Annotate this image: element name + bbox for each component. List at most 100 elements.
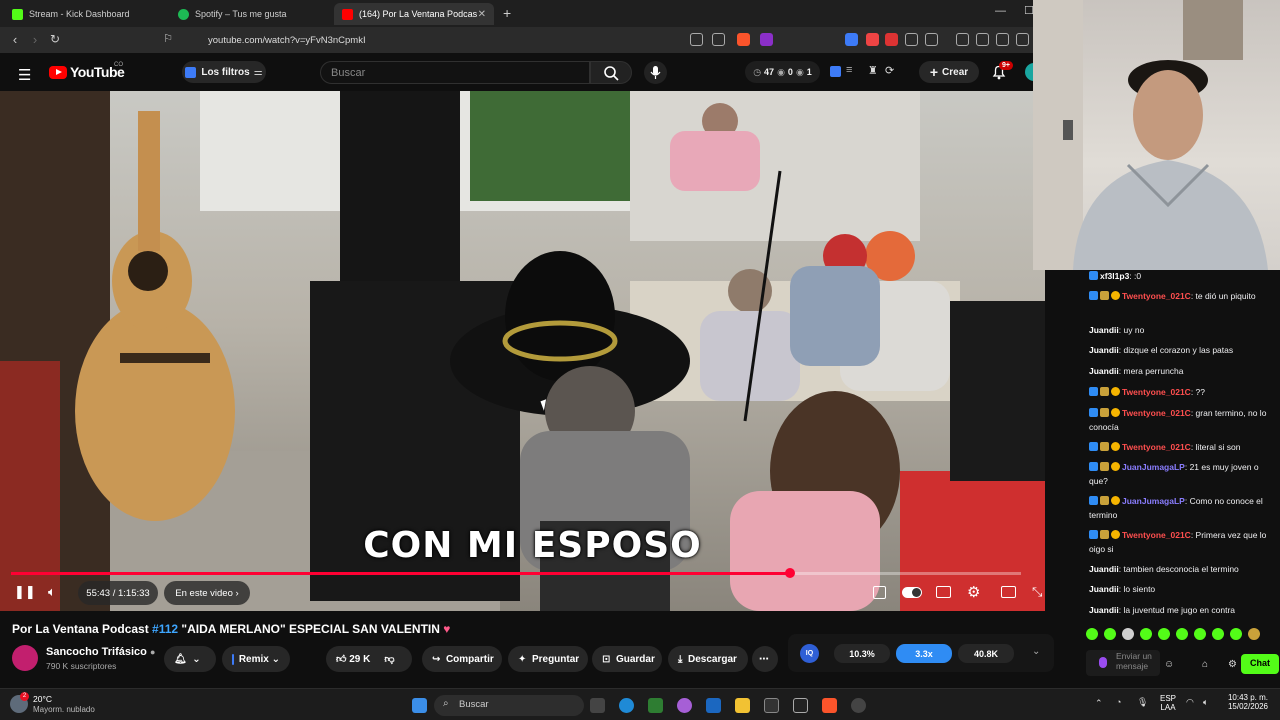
counters-pill[interactable]: ◷ 47 ◉ 0 ◉ 1	[745, 61, 820, 83]
sidebar-icon[interactable]	[976, 33, 989, 46]
brave-icon[interactable]	[822, 698, 837, 713]
emote-icon[interactable]	[1248, 628, 1260, 640]
chat-username[interactable]: JuanJumagaLP	[1122, 462, 1185, 472]
xbox-icon[interactable]	[648, 698, 663, 713]
stat-left[interactable]: 10.3%	[834, 644, 890, 663]
screen-icon[interactable]	[690, 33, 703, 46]
tab-spotify[interactable]: Spotify – Tus me gusta	[170, 3, 332, 25]
subscribe-bell-button[interactable]: 🔔︎ ⌄	[164, 646, 216, 672]
media-icon[interactable]	[956, 33, 969, 46]
trophy-icon[interactable]: ♜	[868, 64, 878, 77]
theater-mode-icon[interactable]	[1001, 586, 1016, 598]
start-icon[interactable]	[412, 698, 427, 713]
close-tab-icon[interactable]: ✕	[478, 9, 486, 20]
chat-username[interactable]: Juandii	[1089, 345, 1119, 355]
extension-icon[interactable]	[866, 33, 879, 46]
voice-search-button[interactable]	[644, 61, 667, 84]
stat-right[interactable]: 40.8K	[958, 644, 1014, 663]
remix-button[interactable]: Remix ⌄	[222, 646, 290, 672]
emote-icon[interactable]	[1176, 628, 1188, 640]
copilot-icon[interactable]	[677, 698, 692, 713]
microphone-tray-icon[interactable]: 🎙︎	[1137, 697, 1148, 708]
channel-avatar[interactable]	[12, 645, 38, 671]
terminal-icon[interactable]	[764, 698, 779, 713]
progress-bar[interactable]	[11, 568, 1021, 578]
tab-search-icon[interactable]	[925, 33, 938, 46]
speaker-icon[interactable]: 🔈︎	[1203, 697, 1208, 708]
save-button[interactable]: ⊡ Guardar	[592, 646, 662, 672]
forward-icon[interactable]: ›	[27, 32, 43, 47]
emote-icon[interactable]	[1104, 628, 1116, 640]
menu-icon[interactable]: ☰	[18, 66, 31, 84]
fullscreen-icon[interactable]: ⤡	[1032, 584, 1042, 600]
chat-input[interactable]: Enviar un mensaje	[1086, 650, 1160, 676]
create-button[interactable]: + Crear	[919, 61, 979, 83]
network-icon[interactable]: ◔	[1116, 697, 1121, 707]
chat-username[interactable]: Juandii	[1089, 366, 1119, 376]
taskbar-search[interactable]: ⌕ Buscar	[434, 695, 584, 716]
ask-button[interactable]: ✦ Preguntar	[508, 646, 588, 672]
search-input[interactable]: Buscar	[320, 61, 590, 84]
language-indicator[interactable]: ESP LAA	[1160, 694, 1176, 712]
captions-icon[interactable]	[936, 586, 951, 598]
share-button[interactable]: ↪ Compartir	[422, 646, 502, 672]
new-tab-icon[interactable]: +	[503, 5, 511, 21]
search-button[interactable]	[590, 61, 632, 84]
cast-icon[interactable]: ⟳	[885, 64, 894, 77]
store-icon[interactable]	[706, 698, 721, 713]
chat-username[interactable]: Juandii	[1089, 325, 1119, 335]
clock[interactable]: 10:43 p. m. 15/02/2026	[1226, 693, 1268, 711]
autoplay-toggle[interactable]	[902, 587, 922, 598]
title-hashtag[interactable]: #112	[152, 622, 178, 636]
chat-username[interactable]: Twentyone_021C	[1122, 387, 1191, 397]
more-actions-button[interactable]: ⋯	[752, 646, 778, 672]
emote-picker-icon[interactable]: ☺	[1164, 658, 1174, 672]
emote-icon[interactable]	[1194, 628, 1206, 640]
iq-player-icon[interactable]	[873, 586, 886, 599]
iq-icon[interactable]	[830, 66, 841, 77]
chevron-up-icon[interactable]: ⌃	[1095, 698, 1103, 709]
wifi-icon[interactable]: ◠	[1186, 697, 1194, 708]
url-field[interactable]: youtube.com/watch?v=yFvN3nCpmkI	[208, 31, 728, 49]
list-icon[interactable]: ≡	[846, 64, 852, 76]
chat-username[interactable]: Juandii	[1089, 605, 1119, 615]
store-icon[interactable]: ⌂	[1202, 658, 1208, 672]
tab-youtube[interactable]: (164) Por La Ventana Podcast ✕	[334, 3, 494, 25]
obs-icon[interactable]	[851, 698, 866, 713]
emote-icon[interactable]	[1158, 628, 1170, 640]
chat-username[interactable]: Juandii	[1089, 564, 1119, 574]
volume-icon[interactable]: 🔈︎	[48, 584, 56, 600]
file-explorer-icon[interactable]	[735, 698, 750, 713]
chat-username[interactable]: JuanJumagaLP	[1122, 496, 1185, 506]
chapter-button[interactable]: En este video ›	[164, 581, 250, 605]
task-view-icon[interactable]	[590, 698, 605, 713]
minimize-icon[interactable]: —	[995, 5, 1006, 17]
progress-scrubber[interactable]	[784, 568, 795, 578]
stat-mid[interactable]: 3.3x	[896, 644, 952, 663]
chat-username[interactable]: Juandii	[1089, 584, 1119, 594]
leo-icon[interactable]	[1016, 33, 1029, 46]
brave-shield-icon[interactable]	[737, 33, 750, 46]
emote-icon[interactable]	[1086, 628, 1098, 640]
brave-rewards-icon[interactable]	[760, 33, 773, 46]
share-page-icon[interactable]	[712, 33, 725, 46]
chat-username[interactable]: Twentyone_021C	[1122, 291, 1191, 301]
emote-icon[interactable]	[1212, 628, 1224, 640]
chat-username[interactable]: Twentyone_021C	[1122, 530, 1191, 540]
pause-icon[interactable]: ❚❚	[14, 584, 36, 600]
emote-icon[interactable]	[1140, 628, 1152, 640]
channel-name[interactable]: Sancocho Trifásico ●	[46, 646, 155, 658]
download-button[interactable]: ⤓ Descargar	[668, 646, 748, 672]
reload-icon[interactable]: ↻	[47, 32, 63, 46]
youtube-logo-icon[interactable]	[49, 66, 67, 79]
edge-icon[interactable]	[619, 698, 634, 713]
wallet-icon[interactable]	[996, 33, 1009, 46]
weather-icon[interactable]: 2	[10, 692, 29, 713]
like-button[interactable]: 👍︎ 29 K	[336, 653, 370, 665]
app-icon[interactable]	[793, 698, 808, 713]
emote-icon[interactable]	[1230, 628, 1242, 640]
back-icon[interactable]: ‹	[7, 32, 23, 47]
chat-send-button[interactable]: Chat	[1241, 654, 1279, 674]
notifications-button[interactable]: 9+	[990, 61, 1013, 81]
chat-username[interactable]: Twentyone_021C	[1122, 442, 1191, 452]
